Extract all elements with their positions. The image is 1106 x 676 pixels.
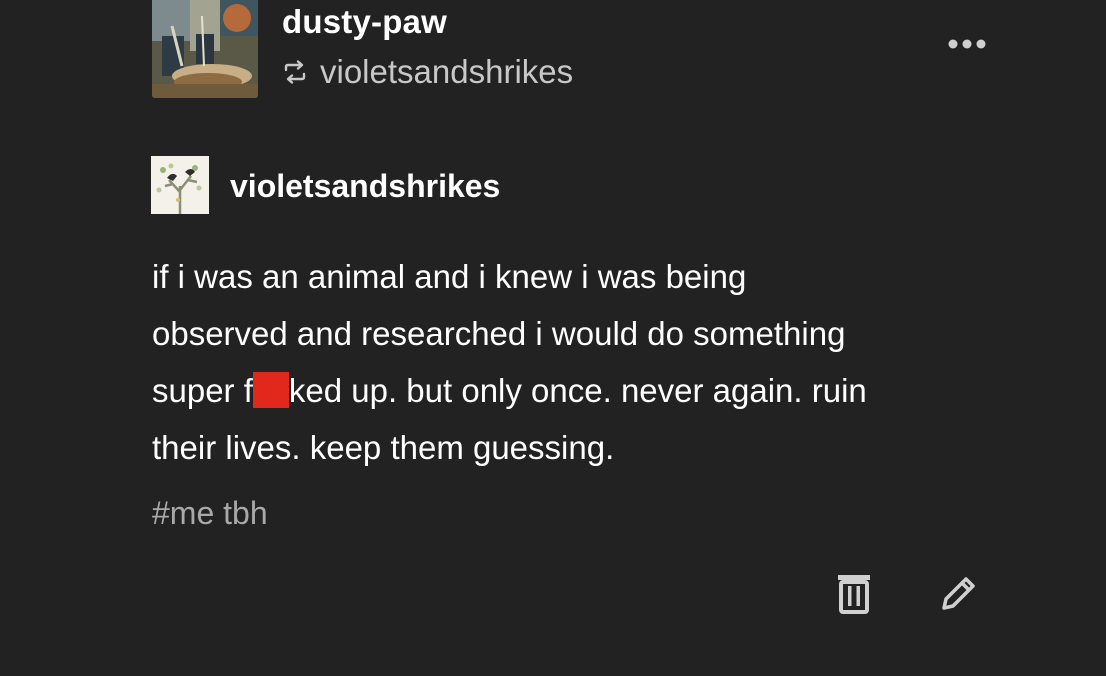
painting-avatar-icon [152, 0, 258, 98]
post-text-line: observed and researched i would do somet… [152, 315, 846, 352]
blog-avatar[interactable] [152, 0, 258, 98]
birds-avatar-icon [151, 156, 209, 214]
post-text-fragment: ked up. but only once. never again. ruin [288, 372, 867, 409]
delete-button[interactable] [832, 572, 876, 616]
censor-block [252, 372, 289, 408]
trash-icon [838, 575, 870, 614]
post-tags[interactable]: #me tbh [152, 495, 268, 532]
more-options-icon [948, 39, 986, 49]
post-card: dusty-paw violetsandshrikes violetsandsh… [0, 0, 1106, 676]
reblog-attribution: violetsandshrikes [282, 52, 573, 92]
post-text-line: super f ked up. but only once. never agai… [152, 362, 1052, 419]
pencil-icon [942, 577, 975, 610]
post-text-fragment: super f [152, 372, 253, 409]
reblogged-from-name[interactable]: violetsandshrikes [320, 53, 573, 91]
reblogger-blog-name[interactable]: dusty-paw [282, 3, 447, 41]
reblog-icon [284, 60, 306, 84]
more-options-button[interactable] [942, 30, 992, 58]
post-text-line: if i was an animal and i knew i was bein… [152, 258, 747, 295]
source-blog-name[interactable]: violetsandshrikes [230, 168, 500, 205]
source-blog-avatar[interactable] [151, 156, 209, 214]
edit-button[interactable] [936, 572, 980, 616]
post-body: if i was an animal and i knew i was bein… [152, 248, 1052, 476]
post-text-line: their lives. keep them guessing. [152, 429, 615, 466]
